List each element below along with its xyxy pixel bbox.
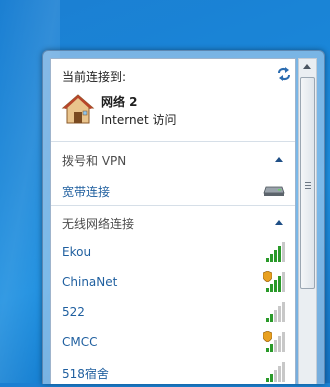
home-network-icon <box>61 94 95 124</box>
signal-strength-icon <box>266 242 285 262</box>
signal-bar <box>266 258 269 262</box>
signal-bar <box>266 378 269 382</box>
signal-bar <box>270 284 273 292</box>
signal-bar <box>278 366 281 382</box>
signal-bar <box>278 336 281 352</box>
scroll-up-arrow-icon[interactable] <box>303 64 311 69</box>
signal-bar <box>266 288 269 292</box>
scrollbar-grip-icon <box>305 182 311 191</box>
signal-bar <box>274 370 277 382</box>
security-shield-icon <box>263 331 272 342</box>
wifi-network-name: ChinaNet <box>62 275 118 289</box>
signal-bar <box>278 276 281 292</box>
scrollbar[interactable] <box>298 58 317 384</box>
current-connection-label: 当前连接到: <box>62 70 127 84</box>
wifi-network-item[interactable]: 522 <box>51 299 295 327</box>
collapse-dialup-icon[interactable] <box>275 157 283 162</box>
dialup-item-label: 宽带连接 <box>62 185 111 199</box>
signal-bar <box>282 242 285 262</box>
wifi-network-name: Ekou <box>62 245 92 259</box>
wifi-network-name: 522 <box>62 305 85 319</box>
signal-bar <box>266 318 269 322</box>
signal-bar <box>274 250 277 262</box>
signal-bar <box>274 340 277 352</box>
signal-bar <box>282 272 285 292</box>
signal-bar <box>274 280 277 292</box>
signal-bar <box>282 302 285 322</box>
modem-icon <box>263 186 285 196</box>
network-flyout: 当前连接到: 网络 2 Internet 访问 拨号和 VPN 宽带连接 无线网… <box>42 50 325 384</box>
signal-bar <box>282 362 285 382</box>
section-title-wireless: 无线网络连接 <box>62 217 135 231</box>
divider <box>51 141 295 142</box>
wifi-network-item[interactable]: ChinaNet <box>51 269 295 297</box>
signal-bar <box>266 348 269 352</box>
wifi-network-name: CMCC <box>62 335 98 349</box>
signal-bar <box>270 314 273 322</box>
wifi-network-item[interactable]: CMCC <box>51 329 295 357</box>
signal-bar <box>270 374 273 382</box>
divider <box>51 205 295 206</box>
signal-bar <box>278 246 281 262</box>
section-title-dialup: 拨号和 VPN <box>62 154 127 168</box>
signal-bar <box>282 332 285 352</box>
signal-bar <box>270 254 273 262</box>
security-shield-icon <box>263 271 272 282</box>
wifi-network-item[interactable]: Ekou <box>51 239 295 267</box>
signal-strength-icon <box>266 362 285 382</box>
refresh-icon[interactable] <box>275 65 293 83</box>
signal-bar <box>270 344 273 352</box>
signal-strength-icon <box>266 302 285 322</box>
dialup-item-broadband[interactable]: 宽带连接 <box>51 177 295 205</box>
current-network-name: 网络 2 <box>101 95 138 109</box>
network-list-panel: 当前连接到: 网络 2 Internet 访问 拨号和 VPN 宽带连接 无线网… <box>50 58 296 384</box>
signal-bar <box>278 306 281 322</box>
wifi-network-name: 518宿舍 <box>62 367 109 381</box>
current-network-access: Internet 访问 <box>101 113 177 127</box>
signal-bar <box>274 310 277 322</box>
collapse-wireless-icon[interactable] <box>275 220 283 225</box>
scrollbar-thumb[interactable] <box>300 77 315 289</box>
